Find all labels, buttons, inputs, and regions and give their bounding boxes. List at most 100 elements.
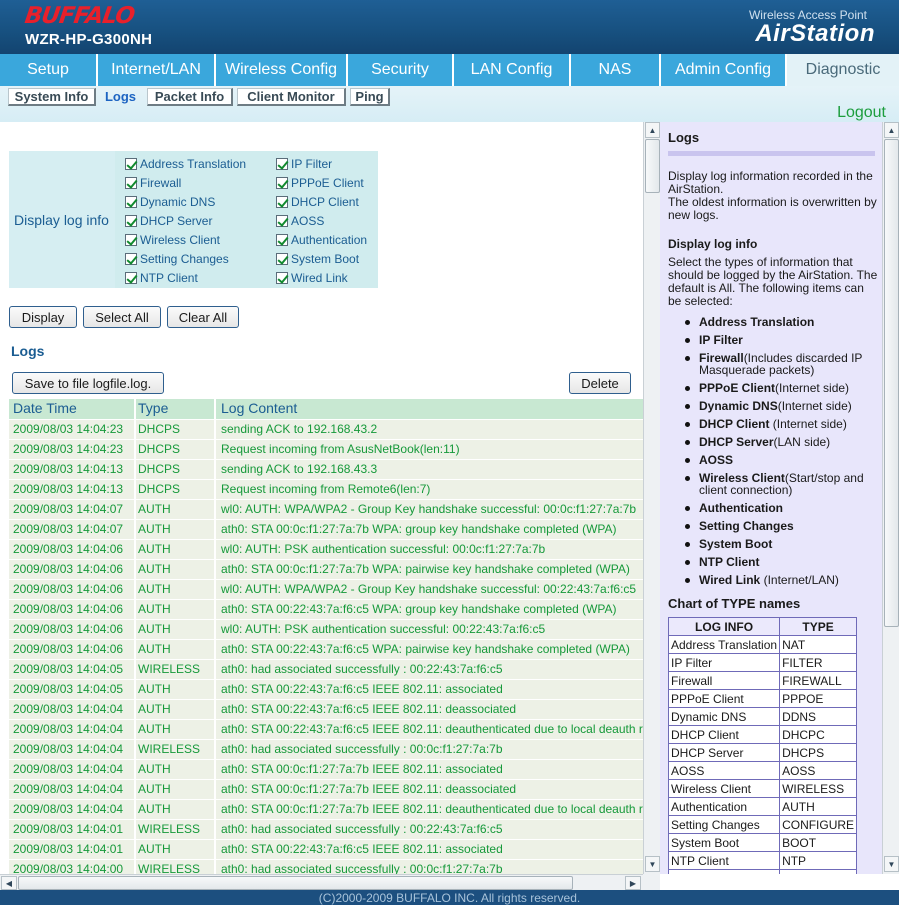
filter-dynamic-dns[interactable]: Dynamic DNS — [125, 193, 215, 210]
filter-system-boot[interactable]: System Boot — [276, 250, 359, 267]
type-table-body: Address Translation NAT IP Filter FILTER Fir… — [667, 635, 858, 874]
type-log-info: AOSS — [667, 761, 781, 780]
column-divider — [134, 580, 136, 599]
filter-wireless-client[interactable]: Wireless Client — [125, 231, 220, 248]
tab-nas[interactable]: NAS — [571, 54, 661, 86]
filter-ip-filter[interactable]: IP Filter — [276, 155, 332, 172]
checkbox-checked-icon[interactable] — [125, 271, 137, 284]
tab-wireless-config[interactable]: Wireless Config — [216, 54, 348, 86]
scroll-corner — [643, 874, 660, 890]
filter-firewall[interactable]: Firewall — [125, 174, 181, 191]
scroll-up-arrow-icon[interactable]: ▲ — [645, 122, 660, 138]
tab-internet-lan[interactable]: Internet/LAN — [98, 54, 216, 86]
checkbox-checked-icon[interactable] — [125, 176, 137, 189]
checkbox-checked-icon[interactable] — [125, 233, 137, 246]
help-item: Wired Link (Internet/LAN) — [685, 574, 878, 586]
subtab-system-info[interactable]: System Info — [8, 88, 96, 106]
filter-setting-changes[interactable]: Setting Changes — [125, 250, 229, 267]
column-divider — [214, 860, 216, 874]
log-type: DHCPS — [138, 482, 181, 496]
clear-all-button[interactable]: Clear All — [167, 306, 239, 328]
tab-setup[interactable]: Setup — [0, 54, 98, 86]
display-button[interactable]: Display — [9, 306, 77, 328]
filter-ntp-client[interactable]: NTP Client — [125, 269, 198, 286]
tab-diagnostic[interactable]: Diagnostic — [787, 54, 899, 86]
help-item-name: AOSS — [699, 453, 734, 467]
column-divider — [134, 420, 136, 439]
checkbox-checked-icon[interactable] — [276, 195, 288, 208]
scroll-left-arrow-icon[interactable]: ◀ — [1, 876, 17, 890]
scroll-thumb[interactable] — [884, 139, 899, 627]
log-content: ath0: STA 00:22:43:7a:f6:c5 WPA: group k… — [221, 602, 617, 616]
select-all-button[interactable]: Select All — [83, 306, 161, 328]
help-item-name: IP Filter — [699, 333, 743, 347]
column-divider — [214, 720, 216, 739]
scroll-up-arrow-icon[interactable]: ▲ — [884, 122, 899, 138]
help-display-heading: Display log info — [668, 237, 758, 251]
help-item-name: DHCP Server — [699, 435, 774, 449]
subtab-packet-info[interactable]: Packet Info — [147, 88, 233, 106]
type-log-info: Address Translation — [667, 635, 781, 654]
column-divider — [214, 420, 216, 439]
filter-aoss[interactable]: AOSS — [276, 212, 324, 229]
checkbox-checked-icon[interactable] — [276, 157, 288, 170]
tab-security[interactable]: Security — [348, 54, 454, 86]
help-item-note: (Internet side) — [775, 381, 850, 395]
scroll-thumb[interactable] — [645, 139, 660, 193]
type-log-info: IP Filter — [667, 653, 781, 672]
subtab-client-monitor[interactable]: Client Monitor — [237, 88, 346, 106]
log-content: wl0: AUTH: PSK authentication successful… — [221, 622, 546, 636]
filter-wired-link[interactable]: Wired Link — [276, 269, 348, 286]
column-divider — [214, 560, 216, 579]
checkbox-checked-icon[interactable] — [125, 195, 137, 208]
checkbox-checked-icon[interactable] — [276, 214, 288, 227]
filter-option-label: Wireless Client — [140, 232, 221, 247]
delete-button[interactable]: Delete — [569, 372, 631, 394]
filter-address-translation[interactable]: Address Translation — [125, 155, 246, 172]
checkbox-checked-icon[interactable] — [276, 233, 288, 246]
type-code: DHCPS — [779, 743, 858, 762]
log-date-time: 2009/08/03 14:04:04 — [13, 702, 124, 716]
scroll-down-arrow-icon[interactable]: ▼ — [884, 856, 899, 872]
filter-option-label: Authentication — [291, 232, 368, 247]
filter-dhcp-server[interactable]: DHCP Server — [125, 212, 212, 229]
filter-pppoe-client[interactable]: PPPoE Client — [276, 174, 364, 191]
log-date-time: 2009/08/03 14:04:06 — [13, 602, 124, 616]
checkbox-checked-icon[interactable] — [125, 157, 137, 170]
save-to-file-button[interactable]: Save to file logfile.log. — [12, 372, 164, 394]
filter-option-label: System Boot — [291, 251, 360, 266]
log-date-time: 2009/08/03 14:04:04 — [13, 722, 124, 736]
logout-link[interactable]: Logout — [837, 104, 886, 122]
column-divider — [134, 680, 136, 699]
type-code: CONFIGURE — [779, 815, 858, 834]
checkbox-checked-icon[interactable] — [276, 252, 288, 265]
checkbox-checked-icon[interactable] — [125, 252, 137, 265]
filter-dhcp-client[interactable]: DHCP Client — [276, 193, 359, 210]
filter-option-label: Address Translation — [140, 156, 247, 171]
log-vertical-scrollbar[interactable]: ▲ ▼ — [643, 122, 660, 874]
checkbox-checked-icon[interactable] — [125, 214, 137, 227]
subtab-ping[interactable]: Ping — [350, 88, 390, 106]
help-item: DHCP Client (Internet side) — [685, 418, 878, 430]
type-code: NAT — [779, 635, 858, 654]
help-item: AOSS — [685, 454, 878, 466]
log-date-time: 2009/08/03 14:04:06 — [13, 582, 124, 596]
type-log-info: Dynamic DNS — [667, 707, 781, 726]
log-date-time: 2009/08/03 14:04:01 — [13, 822, 124, 836]
help-vertical-scrollbar[interactable]: ▲ ▼ — [882, 122, 899, 874]
help-item-name: System Boot — [699, 537, 773, 551]
filter-authentication[interactable]: Authentication — [276, 231, 367, 248]
horizontal-scroll-thumb[interactable] — [18, 876, 573, 890]
log-type: AUTH — [138, 642, 171, 656]
tab-admin-config[interactable]: Admin Config — [661, 54, 787, 86]
checkbox-checked-icon[interactable] — [276, 176, 288, 189]
checkbox-checked-icon[interactable] — [276, 271, 288, 284]
scroll-down-arrow-icon[interactable]: ▼ — [645, 856, 660, 872]
scroll-right-arrow-icon[interactable]: ▶ — [625, 876, 641, 890]
subtab-logs[interactable]: Logs — [100, 88, 142, 106]
type-code: NTP — [779, 851, 858, 870]
log-horizontal-scrollbar[interactable]: ◀ ▶ — [0, 874, 643, 890]
tab-lan-config[interactable]: LAN Config — [454, 54, 571, 86]
type-code: FIREWALL — [779, 671, 858, 690]
column-divider — [134, 760, 136, 779]
